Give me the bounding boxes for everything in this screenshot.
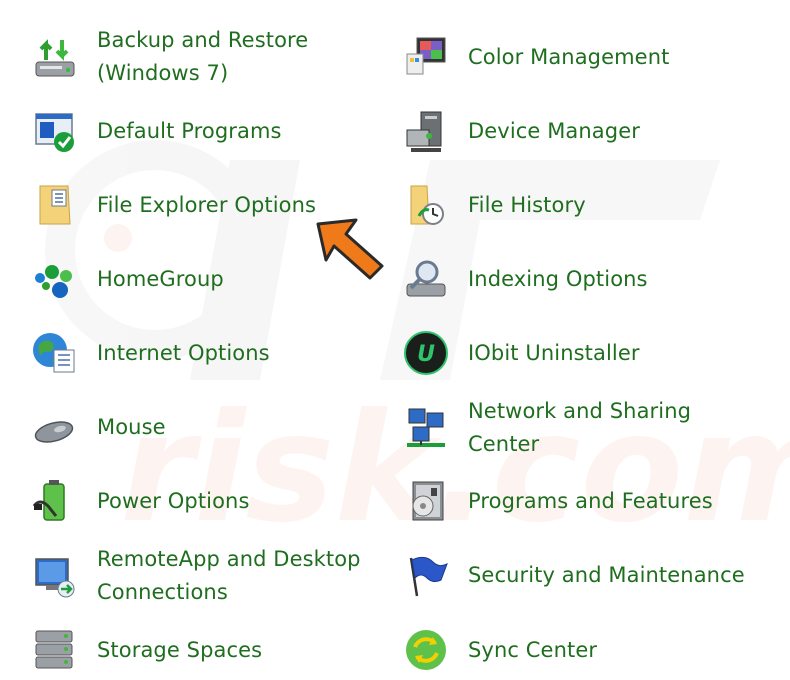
item-indexing-options[interactable]: Indexing Options — [401, 254, 761, 304]
item-power-options[interactable]: Power Options — [30, 476, 390, 526]
item-network-sharing[interactable]: Network and Sharing Center — [401, 395, 761, 461]
item-sync-center[interactable]: Sync Center — [401, 625, 761, 675]
color-management-icon — [401, 32, 451, 82]
device-manager-icon — [401, 106, 451, 156]
remoteapp-icon — [30, 551, 80, 601]
item-storage-spaces[interactable]: Storage Spaces — [30, 625, 390, 675]
file-explorer-options-icon — [30, 180, 80, 230]
sync-center-icon — [401, 625, 451, 675]
item-device-manager[interactable]: Device Manager — [401, 106, 761, 156]
network-sharing-icon — [401, 403, 451, 453]
svg-text:U: U — [417, 342, 435, 367]
iobit-uninstaller-icon: U — [401, 328, 451, 378]
default-programs-icon — [30, 106, 80, 156]
backup-restore-label: Backup and Restore (Windows 7) — [97, 28, 309, 85]
mouse-icon — [30, 402, 80, 452]
remoteapp-label: RemoteApp and Desktop Connections — [97, 547, 361, 604]
item-file-history[interactable]: File History — [401, 180, 761, 230]
storage-spaces-label: Storage Spaces — [97, 637, 263, 662]
indexing-options-label: Indexing Options — [468, 266, 648, 291]
iobit-uninstaller-label: IObit Uninstaller — [468, 340, 640, 365]
file-explorer-options-label: File Explorer Options — [97, 192, 317, 217]
item-color-management[interactable]: Color Management — [401, 32, 761, 82]
item-iobit-uninstaller[interactable]: U IObit Uninstaller — [401, 328, 761, 378]
programs-features-icon — [401, 476, 451, 526]
sync-center-label: Sync Center — [468, 637, 598, 662]
item-programs-features[interactable]: Programs and Features — [401, 476, 761, 526]
programs-features-label: Programs and Features — [468, 488, 713, 513]
item-security-maintenance[interactable]: Security and Maintenance — [401, 550, 761, 600]
network-sharing-label: Network and Sharing Center — [468, 399, 692, 456]
storage-spaces-icon — [30, 625, 80, 675]
device-manager-label: Device Manager — [468, 118, 640, 143]
mouse-label: Mouse — [97, 414, 166, 439]
item-remoteapp[interactable]: RemoteApp and Desktop Connections — [30, 543, 390, 609]
item-backup-restore[interactable]: Backup and Restore (Windows 7) — [30, 24, 390, 90]
file-history-icon — [401, 180, 451, 230]
internet-options-icon — [30, 328, 80, 378]
power-options-label: Power Options — [97, 488, 250, 513]
homegroup-label: HomeGroup — [97, 266, 224, 291]
item-internet-options[interactable]: Internet Options — [30, 328, 390, 378]
backup-restore-icon — [30, 32, 80, 82]
indexing-options-icon — [401, 254, 451, 304]
file-history-label: File History — [468, 192, 586, 217]
power-options-icon — [30, 476, 80, 526]
orange-arrow-icon — [316, 218, 384, 280]
default-programs-label: Default Programs — [97, 118, 282, 143]
color-management-label: Color Management — [468, 44, 670, 69]
security-maintenance-icon — [401, 550, 451, 600]
item-mouse[interactable]: Mouse — [30, 402, 390, 452]
item-default-programs[interactable]: Default Programs — [30, 106, 390, 156]
security-maintenance-label: Security and Maintenance — [468, 562, 745, 587]
homegroup-icon — [30, 254, 80, 304]
internet-options-label: Internet Options — [97, 340, 270, 365]
